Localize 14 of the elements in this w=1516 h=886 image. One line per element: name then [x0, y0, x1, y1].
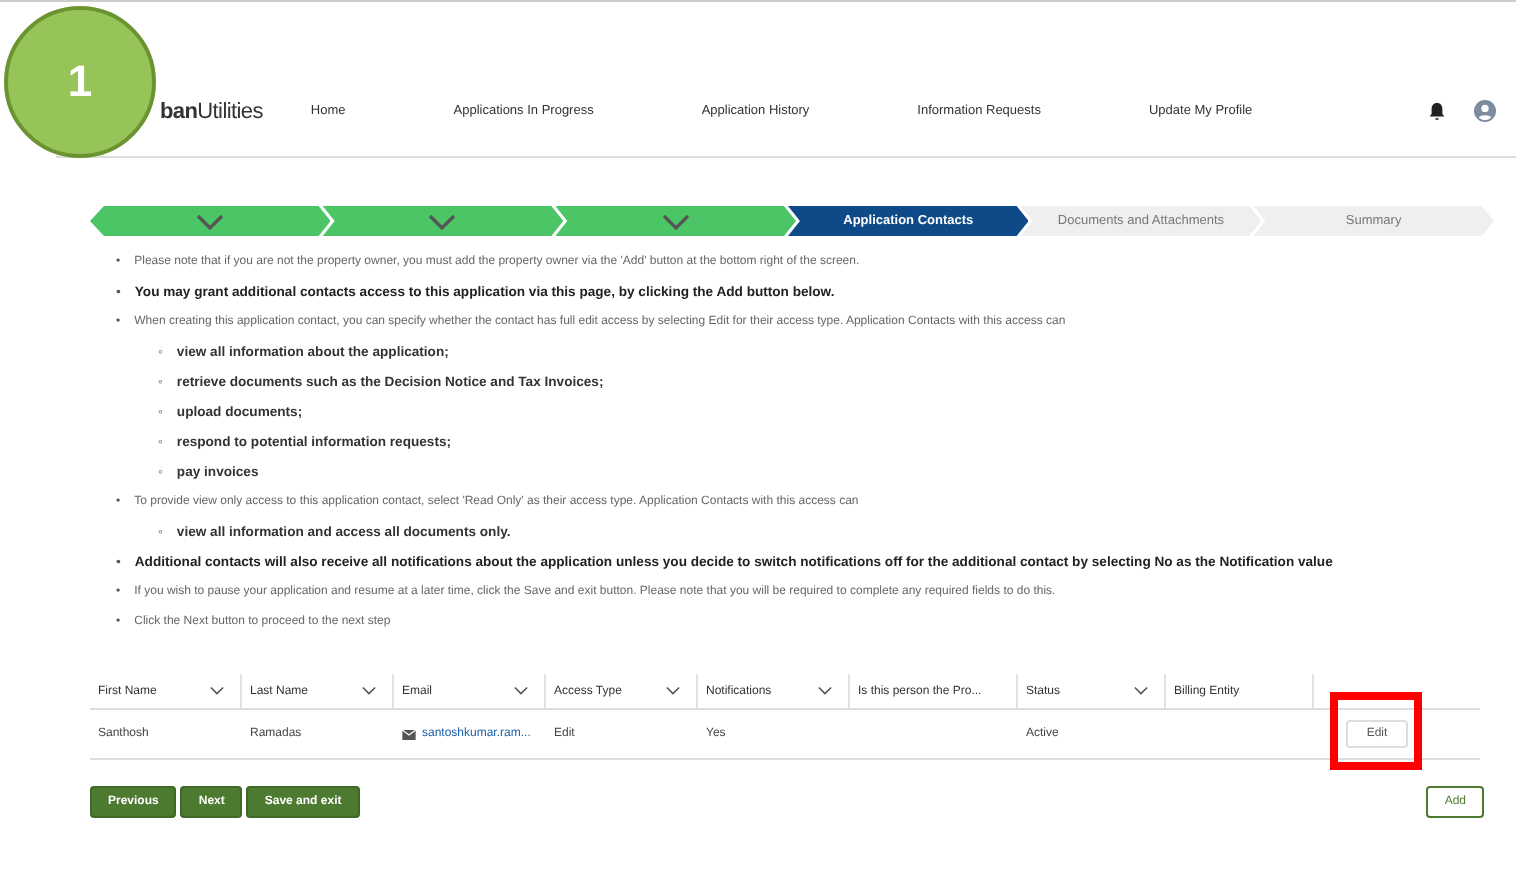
check-icon: [428, 213, 457, 229]
chevron-down-icon[interactable]: [818, 686, 832, 696]
chevron-down-icon[interactable]: [514, 686, 528, 696]
logo[interactable]: banUtilities: [160, 99, 263, 123]
chevron-down-icon[interactable]: [1134, 686, 1148, 696]
chevron-down-icon[interactable]: [210, 686, 224, 696]
chevron-down-icon[interactable]: [666, 686, 680, 696]
check-icon: [661, 213, 690, 229]
chevron-down-icon[interactable]: [362, 686, 376, 696]
step-number-badge: 1: [4, 6, 156, 158]
mail-icon: [402, 729, 416, 739]
user-avatar-icon[interactable]: [1474, 100, 1496, 122]
bell-icon[interactable]: [1428, 101, 1446, 121]
check-icon: [196, 213, 225, 229]
